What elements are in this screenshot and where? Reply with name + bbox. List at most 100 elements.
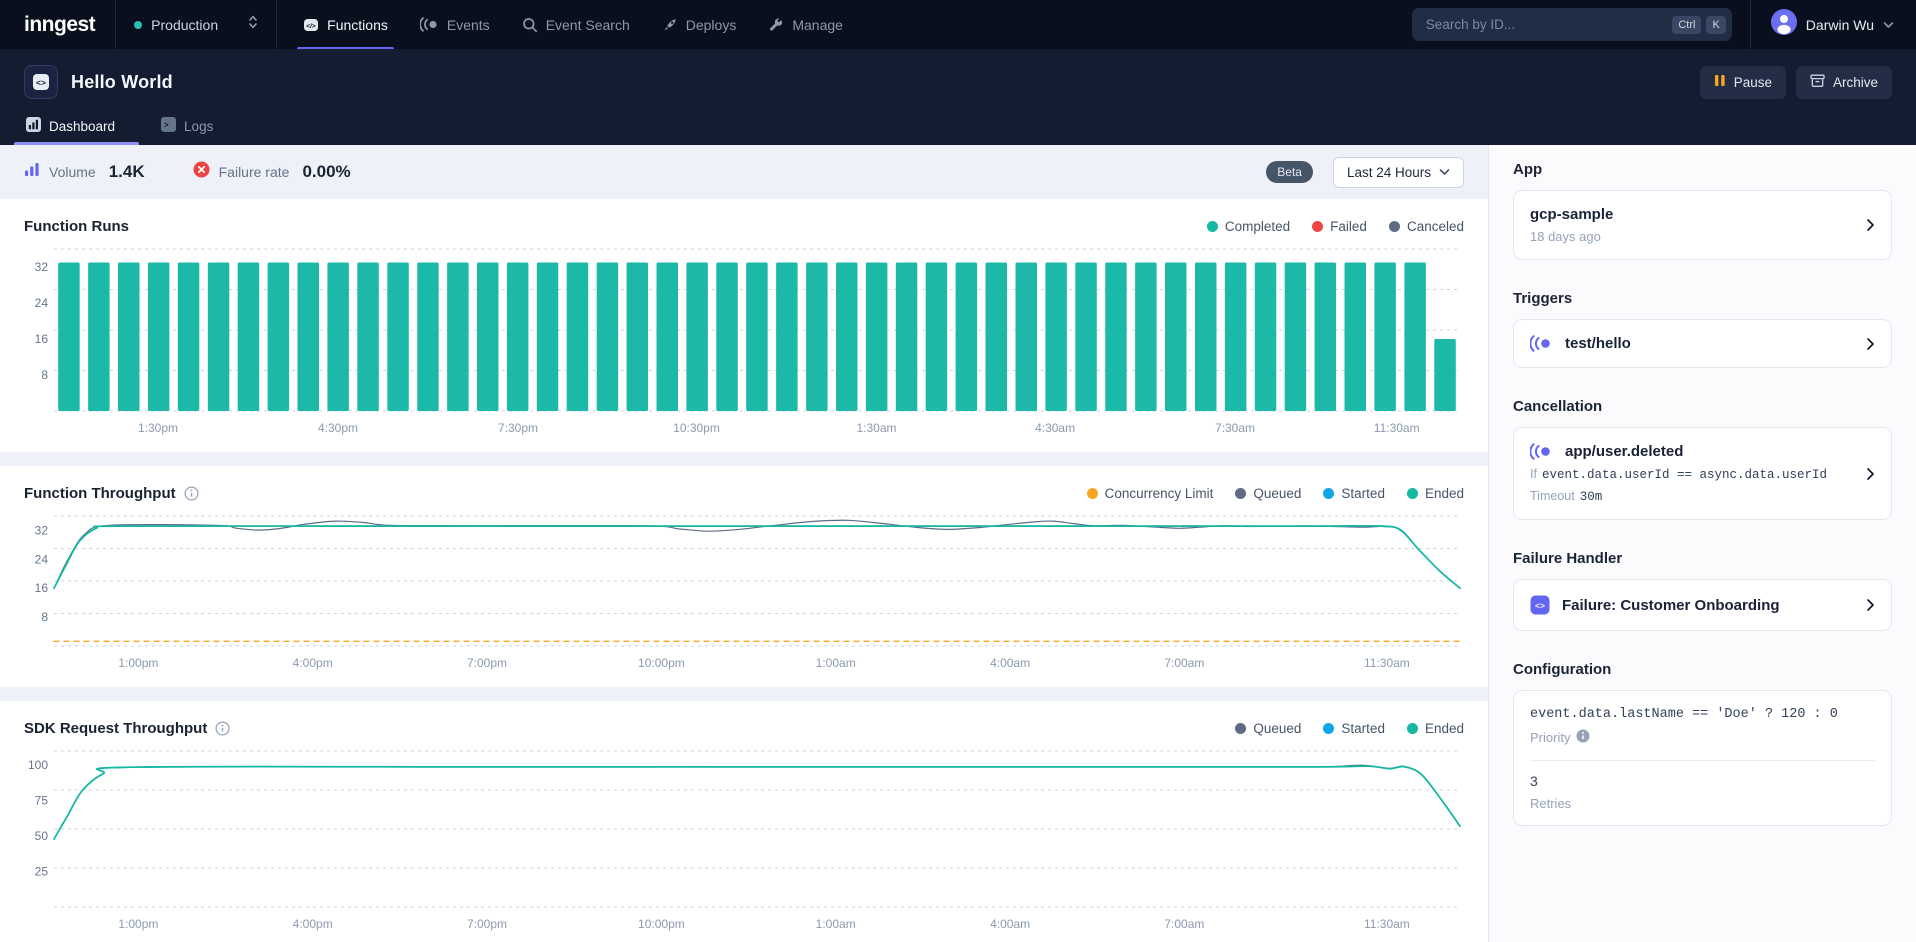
svg-text:11:30am: 11:30am [1364,656,1410,670]
legend-item-ended[interactable]: Ended [1407,486,1464,501]
event-signal-icon [1530,335,1553,352]
svg-text:1:00am: 1:00am [816,917,856,931]
app-name: gcp-sample [1530,206,1854,223]
svg-text:7:00pm: 7:00pm [467,656,507,670]
nav-item-event-search[interactable]: Event Search [506,0,646,49]
svg-text:7:30am: 7:30am [1215,421,1255,435]
svg-text:32: 32 [35,523,49,537]
legend-item-completed[interactable]: Completed [1207,219,1290,234]
legend-item-ended[interactable]: Ended [1407,721,1464,736]
kbd-ctrl: Ctrl [1672,16,1701,34]
archive-button[interactable]: Archive [1796,66,1892,99]
retries-value: 3 [1530,773,1875,789]
app-section: App gcp-sample 18 days ago [1513,161,1892,260]
deploys-icon [662,17,678,33]
chart-title: Function Throughput [24,485,176,502]
chart-legend: Concurrency Limit Queued Started Ended [1087,486,1464,501]
trigger-card[interactable]: test/hello [1513,319,1892,368]
svg-text:4:00am: 4:00am [990,917,1030,931]
chevron-right-icon [1866,337,1875,351]
legend-dot [1323,723,1334,734]
legend-dot [1235,723,1246,734]
environment-name: Production [151,17,239,33]
error-circle-icon [193,161,210,183]
nav-item-events[interactable]: Events [404,0,506,49]
svg-text:4:30am: 4:30am [1035,421,1075,435]
legend-dot [1389,221,1400,232]
legend-item-queued[interactable]: Queued [1235,486,1301,501]
svg-text:10:00pm: 10:00pm [638,917,685,931]
time-range-dropdown[interactable]: Last 24 Hours [1333,157,1464,188]
legend-item-started[interactable]: Started [1323,486,1385,501]
function-throughput-panel: Function Throughput Concurrency Limit Que… [0,466,1488,687]
info-filled-icon[interactable] [1576,729,1590,746]
info-icon[interactable] [215,721,230,736]
svg-text:8: 8 [41,610,48,624]
app-card[interactable]: gcp-sample 18 days ago [1513,190,1892,260]
svg-text:75: 75 [35,794,49,808]
svg-text:1:30am: 1:30am [856,421,896,435]
environment-status-icon [134,21,142,29]
svg-text:8: 8 [41,368,48,382]
svg-text:4:30pm: 4:30pm [318,421,358,435]
pause-button[interactable]: Pause [1700,66,1786,99]
stats-row: Volume 1.4K Failure rate 0.00% Beta Last… [0,145,1488,199]
info-icon[interactable] [184,486,199,501]
cancellation-timeout: Timeout30m [1530,489,1854,504]
inngest-logo[interactable]: inngest [0,0,115,49]
legend-dot [1323,488,1334,499]
avatar [1771,9,1797,40]
beta-badge: Beta [1266,161,1313,183]
dashboard-icon [26,117,41,135]
legend-dot [1407,723,1418,734]
nav-item-manage[interactable]: Manage [752,0,859,49]
manage-icon [768,17,784,33]
cancellation-condition: Ifevent.data.userId == async.data.userId [1530,467,1854,482]
nav-item-deploys[interactable]: Deploys [646,0,753,49]
search-input[interactable] [1426,17,1668,32]
app-heading: App [1513,161,1892,178]
svg-text:4:00am: 4:00am [990,656,1030,670]
legend-item-canceled[interactable]: Canceled [1389,219,1464,234]
search-box[interactable]: Ctrl K [1412,8,1732,41]
triggers-heading: Triggers [1513,290,1892,307]
svg-text:10:00pm: 10:00pm [638,656,685,670]
legend-item-started[interactable]: Started [1323,721,1385,736]
tab-logs[interactable]: > Logs [159,109,223,145]
legend-item-failed[interactable]: Failed [1312,219,1367,234]
divider [276,0,277,49]
chart-legend: Queued Started Ended [1235,721,1464,736]
tab-dashboard[interactable]: Dashboard [24,109,125,145]
svg-text:1:00pm: 1:00pm [118,917,158,931]
cancellation-card[interactable]: app/user.deleted Ifevent.data.userId == … [1513,427,1892,520]
configuration-heading: Configuration [1513,661,1892,678]
function-runs-panel: Function Runs CompletedFailedCanceled 32… [0,199,1488,452]
svg-text:<>: <> [36,78,46,88]
svg-text:7:00am: 7:00am [1164,917,1204,931]
failure-handler-heading: Failure Handler [1513,550,1892,567]
svg-text:7:00am: 7:00am [1164,656,1204,670]
user-menu[interactable]: Darwin Wu [1751,0,1916,49]
legend-item-concurrency-limit[interactable]: Concurrency Limit [1087,486,1214,501]
function-header: <> Hello World Pause Archive Dashboard [0,49,1916,145]
svg-text:11:30am: 11:30am [1374,421,1420,435]
legend-item-queued[interactable]: Queued [1235,721,1301,736]
app-updated: 18 days ago [1530,229,1854,244]
svg-text:<>: <> [1535,601,1545,611]
svg-text:7:00pm: 7:00pm [467,917,507,931]
chart-title: Function Runs [24,218,129,235]
svg-text:4:00pm: 4:00pm [293,917,333,931]
details-sidebar: App gcp-sample 18 days ago Triggers test… [1488,145,1916,942]
priority-expression: event.data.lastName == 'Doe' ? 120 : 0 [1530,707,1875,722]
search-icon [522,17,538,33]
retries-label: Retries [1530,796,1875,811]
failure-handler-card[interactable]: <> Failure: Customer Onboarding [1513,579,1892,631]
events-icon [420,17,439,32]
failure-rate-value: 0.00% [302,162,350,182]
nav-item-functions[interactable]: </>Functions [287,0,404,49]
environment-switcher[interactable]: Production [116,0,276,49]
svg-text:24: 24 [35,552,49,566]
triggers-section: Triggers test/hello [1513,290,1892,368]
svg-text:</>: </> [306,23,316,30]
cancellation-event-name: app/user.deleted [1565,443,1683,460]
